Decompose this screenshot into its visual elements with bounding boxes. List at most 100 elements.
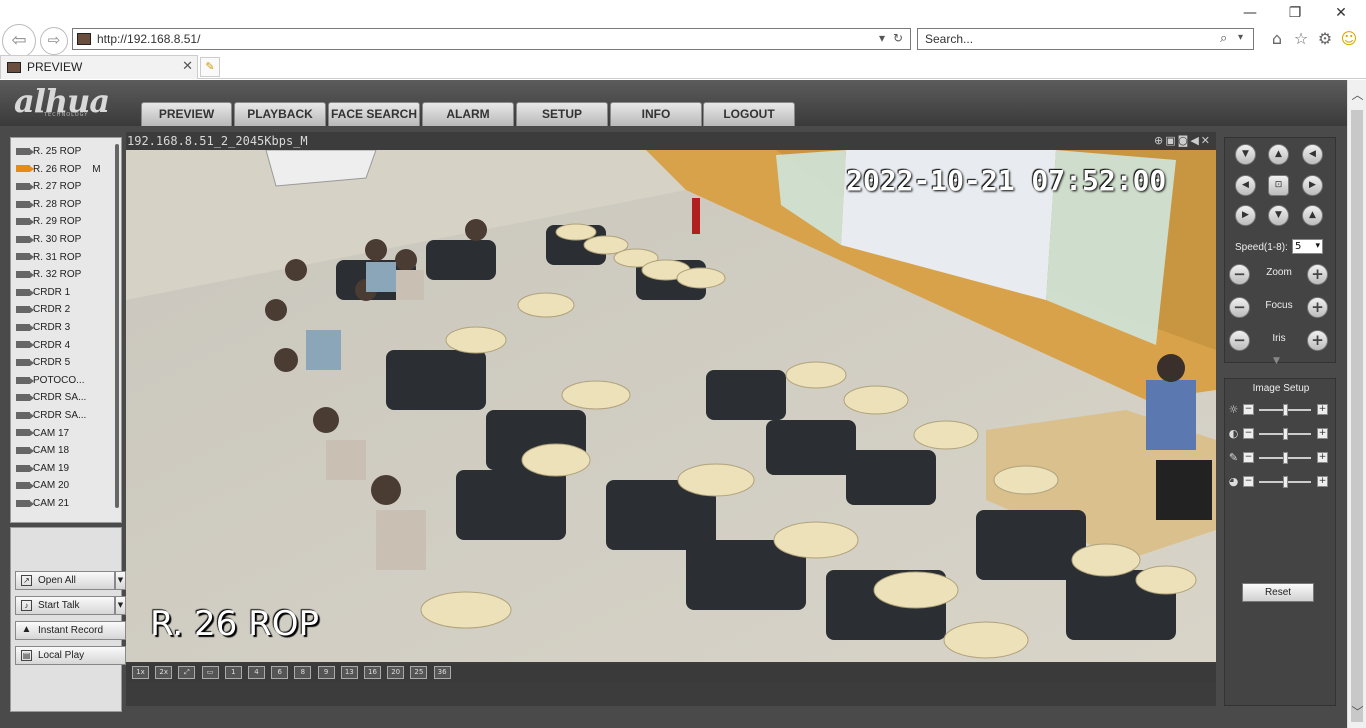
start-talk-dropdown-icon[interactable]: ▼ <box>115 596 126 615</box>
feedback-smiley-icon[interactable]: ☺ <box>1338 28 1360 50</box>
ptz-center-icon[interactable]: ⊡ <box>1268 175 1289 196</box>
scroll-up-icon[interactable]: ︿ <box>1348 86 1366 103</box>
layout-button[interactable]: 25 <box>410 666 428 679</box>
increase-button[interactable]: + <box>1317 404 1328 415</box>
adjust-slider-knob[interactable] <box>1283 452 1288 464</box>
layout-button[interactable]: ▭ <box>201 666 219 679</box>
camera-item[interactable]: CAM 20 <box>16 477 69 494</box>
camera-item[interactable]: R. 29 ROP <box>16 213 81 230</box>
layout-button[interactable]: 8 <box>294 666 312 679</box>
camera-item[interactable]: CRDR 4 <box>16 337 70 354</box>
restore-button[interactable]: ❐ <box>1280 2 1310 24</box>
camera-item[interactable]: R. 27 ROP <box>16 178 81 195</box>
increase-button[interactable]: + <box>1317 452 1328 463</box>
layout-button[interactable]: 9 <box>317 666 335 679</box>
address-url[interactable]: http://192.168.8.51/ <box>97 32 200 46</box>
camera-item[interactable]: CAM 21 <box>16 495 69 512</box>
nav-setup[interactable]: SETUP <box>516 102 608 126</box>
start-talk-button[interactable]: ♪ Start Talk <box>15 596 115 615</box>
zoom-out-button[interactable]: − <box>1229 264 1250 285</box>
settings-gear-icon[interactable]: ⚙ <box>1314 28 1336 50</box>
adjust-slider-knob[interactable] <box>1283 428 1288 440</box>
address-dropdown-icon[interactable]: ▾ <box>879 31 885 45</box>
camera-item[interactable]: R. 28 ROP <box>16 196 81 213</box>
address-bar[interactable]: http://192.168.8.51/ ▾ ↻ <box>72 28 911 50</box>
decrease-button[interactable]: − <box>1243 452 1254 463</box>
audio-icon[interactable]: ◀ <box>1190 134 1200 147</box>
layout-button[interactable]: 36 <box>433 666 451 679</box>
reset-button[interactable]: Reset <box>1242 583 1314 602</box>
search-icon[interactable]: ⌕ <box>1220 31 1227 46</box>
camera-video-feed[interactable]: 2022-10-21 07:52:00 R. 26 ROP <box>126 150 1216 662</box>
layout-button[interactable]: 20 <box>387 666 405 679</box>
decrease-button[interactable]: − <box>1243 404 1254 415</box>
nav-preview[interactable]: PREVIEW <box>141 102 232 126</box>
tab-preview[interactable]: PREVIEW ✕ <box>0 55 198 79</box>
decrease-button[interactable]: − <box>1243 428 1254 439</box>
collapse-ptz-icon[interactable]: ▼ <box>1273 356 1280 366</box>
ptz-left-icon[interactable]: ◀ <box>1235 175 1256 196</box>
ptz-right-icon[interactable]: ▶ <box>1302 175 1323 196</box>
ptz-down-right-icon[interactable]: ▲ <box>1302 205 1323 226</box>
ptz-up-icon[interactable]: ▲ <box>1268 144 1289 165</box>
layout-button[interactable]: 4 <box>248 666 265 679</box>
camera-item[interactable]: CAM 19 <box>16 460 69 477</box>
iris-open-button[interactable]: + <box>1307 330 1328 351</box>
adjust-slider-knob[interactable] <box>1283 476 1288 488</box>
ptz-up-left-icon[interactable]: ▼ <box>1235 144 1256 165</box>
close-window-button[interactable]: ✕ <box>1326 2 1356 24</box>
scrollbar-thumb[interactable] <box>1351 110 1363 722</box>
open-all-button[interactable]: ↗ Open All <box>15 571 115 590</box>
minimize-button[interactable]: — <box>1235 2 1265 24</box>
layout-button[interactable]: 1 <box>224 666 242 679</box>
nav-logout[interactable]: LOGOUT <box>703 102 795 126</box>
ptz-down-left-icon[interactable]: ▶ <box>1235 205 1256 226</box>
ptz-down-icon[interactable]: ▼ <box>1268 205 1289 226</box>
nav-info[interactable]: INFO <box>610 102 702 126</box>
close-tab-icon[interactable]: ✕ <box>182 59 193 74</box>
layout-button[interactable]: 2x <box>155 666 173 679</box>
iris-close-button[interactable]: − <box>1229 330 1250 351</box>
focus-far-button[interactable]: + <box>1307 297 1328 318</box>
decrease-button[interactable]: − <box>1243 476 1254 487</box>
close-video-icon[interactable]: ✕ <box>1201 134 1212 147</box>
camera-item[interactable]: CRDR 1 <box>16 284 70 301</box>
camera-item[interactable]: R. 25 ROP <box>16 143 81 160</box>
layout-button[interactable]: ⤢ <box>178 666 196 679</box>
layout-button[interactable]: 6 <box>271 666 289 679</box>
layout-button[interactable]: 1x <box>132 666 149 679</box>
camera-item[interactable]: CAM 18 <box>16 442 69 459</box>
camera-item[interactable]: R. 26 ROP M <box>16 161 101 178</box>
nav-face-search[interactable]: FACE SEARCH <box>328 102 420 126</box>
camera-item[interactable]: R. 32 ROP <box>16 266 81 283</box>
camera-item[interactable]: POTOCO... <box>16 372 85 389</box>
favorites-star-icon[interactable]: ☆ <box>1290 28 1312 50</box>
snapshot-icon[interactable]: ▣ <box>1165 134 1177 147</box>
search-dropdown-icon[interactable]: ▾ <box>1238 32 1243 43</box>
increase-button[interactable]: + <box>1317 428 1328 439</box>
camera-item[interactable]: CRDR SA... <box>16 389 86 406</box>
camera-list-scrollbar[interactable] <box>115 144 119 508</box>
camera-item[interactable]: CRDR 5 <box>16 354 70 371</box>
open-all-dropdown-icon[interactable]: ▼ <box>115 571 126 590</box>
ptz-up-right-icon[interactable]: ◀ <box>1302 144 1323 165</box>
camera-item[interactable]: R. 30 ROP <box>16 231 81 248</box>
nav-playback[interactable]: PLAYBACK <box>234 102 326 126</box>
page-scrollbar[interactable]: ︿ ﹀ <box>1347 80 1366 728</box>
zoom-in-button[interactable]: + <box>1307 264 1328 285</box>
forward-icon[interactable]: ⇨ <box>40 27 68 55</box>
adjust-slider-knob[interactable] <box>1283 404 1288 416</box>
camera-item[interactable]: CAM 17 <box>16 425 69 442</box>
increase-button[interactable]: + <box>1317 476 1328 487</box>
camera-item[interactable]: CRDR 2 <box>16 301 70 318</box>
refresh-icon[interactable]: ↻ <box>893 31 903 45</box>
speed-select[interactable]: 5 ▾ <box>1292 239 1323 254</box>
local-play-button[interactable]: ▤ Local Play <box>15 646 126 665</box>
instant-record-button[interactable]: ▲ Instant Record <box>15 621 126 640</box>
scroll-down-icon[interactable]: ﹀ <box>1348 703 1366 720</box>
home-icon[interactable]: ⌂ <box>1266 28 1288 50</box>
new-tab-icon[interactable]: ✎ <box>200 57 220 77</box>
back-icon[interactable]: ⇦ <box>2 24 36 58</box>
record-icon[interactable]: ◙ <box>1178 134 1191 147</box>
search-bar[interactable]: Search... ⌕ ▾ <box>917 28 1254 50</box>
